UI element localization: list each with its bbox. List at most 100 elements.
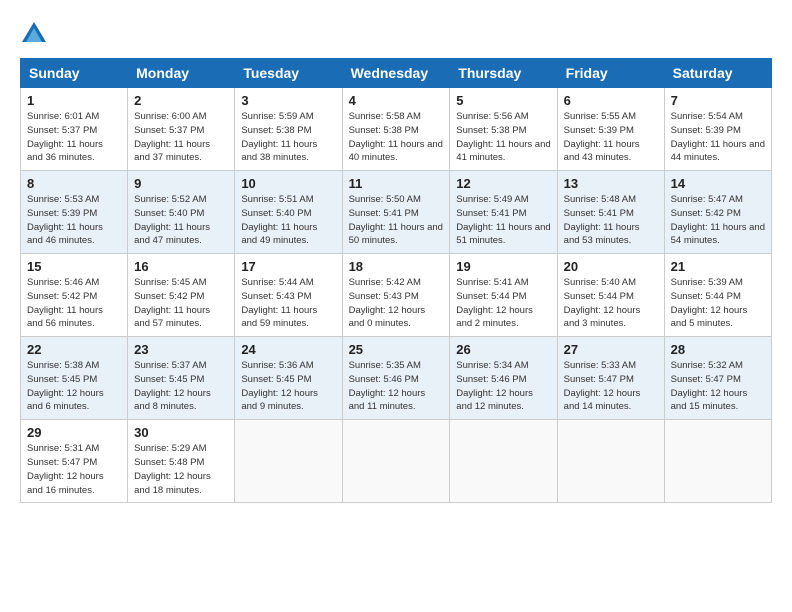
calendar-cell: 6 Sunrise: 5:55 AMSunset: 5:39 PMDaylight…: [557, 88, 664, 171]
day-number: 1: [27, 93, 121, 108]
column-header-thursday: Thursday: [450, 59, 557, 88]
day-number: 2: [134, 93, 228, 108]
calendar-week-row: 15 Sunrise: 5:46 AMSunset: 5:42 PMDayligh…: [21, 254, 772, 337]
day-number: 16: [134, 259, 228, 274]
day-number: 23: [134, 342, 228, 357]
day-number: 10: [241, 176, 335, 191]
day-number: 27: [564, 342, 658, 357]
day-info: Sunrise: 5:36 AMSunset: 5:45 PMDaylight:…: [241, 359, 335, 414]
day-info: Sunrise: 5:55 AMSunset: 5:39 PMDaylight:…: [564, 110, 658, 165]
day-info: Sunrise: 5:45 AMSunset: 5:42 PMDaylight:…: [134, 276, 228, 331]
calendar-cell: [557, 420, 664, 503]
day-number: 26: [456, 342, 550, 357]
day-number: 24: [241, 342, 335, 357]
day-number: 3: [241, 93, 335, 108]
calendar-cell: 23 Sunrise: 5:37 AMSunset: 5:45 PMDayligh…: [128, 337, 235, 420]
day-info: Sunrise: 5:29 AMSunset: 5:48 PMDaylight:…: [134, 442, 228, 497]
day-number: 18: [349, 259, 444, 274]
calendar-week-row: 8Sunrise: 5:53 AMSunset: 5:39 PMDaylight…: [21, 171, 772, 254]
day-info: Sunrise: 5:59 AMSunset: 5:38 PMDaylight:…: [241, 110, 335, 165]
day-info: Sunrise: 6:00 AMSunset: 5:37 PMDaylight:…: [134, 110, 228, 165]
day-info: Sunrise: 5:52 AMSunset: 5:40 PMDaylight:…: [134, 193, 228, 248]
day-info: Sunrise: 5:47 AMSunset: 5:42 PMDaylight:…: [671, 193, 765, 248]
calendar-cell: 19 Sunrise: 5:41 AMSunset: 5:44 PMDayligh…: [450, 254, 557, 337]
day-info: Sunrise: 5:56 AMSunset: 5:38 PMDaylight:…: [456, 110, 550, 165]
day-info: Sunrise: 5:40 AMSunset: 5:44 PMDaylight:…: [564, 276, 658, 331]
day-number: 25: [349, 342, 444, 357]
calendar-cell: 29 Sunrise: 5:31 AMSunset: 5:47 PMDayligh…: [21, 420, 128, 503]
calendar-cell: 11 Sunrise: 5:50 AMSunset: 5:41 PMDayligh…: [342, 171, 450, 254]
day-info: Sunrise: 5:31 AMSunset: 5:47 PMDaylight:…: [27, 442, 121, 497]
calendar-cell: 20 Sunrise: 5:40 AMSunset: 5:44 PMDayligh…: [557, 254, 664, 337]
day-info: Sunrise: 5:50 AMSunset: 5:41 PMDaylight:…: [349, 193, 444, 248]
calendar-cell: 4Sunrise: 5:58 AMSunset: 5:38 PMDaylight…: [342, 88, 450, 171]
calendar-cell: 12 Sunrise: 5:49 AMSunset: 5:41 PMDayligh…: [450, 171, 557, 254]
day-number: 19: [456, 259, 550, 274]
calendar-cell: 5 Sunrise: 5:56 AMSunset: 5:38 PMDaylight…: [450, 88, 557, 171]
calendar-cell: 27 Sunrise: 5:33 AMSunset: 5:47 PMDayligh…: [557, 337, 664, 420]
day-info: Sunrise: 5:42 AMSunset: 5:43 PMDaylight:…: [349, 276, 444, 331]
day-number: 17: [241, 259, 335, 274]
day-info: Sunrise: 5:58 AMSunset: 5:38 PMDaylight:…: [349, 110, 444, 165]
day-number: 12: [456, 176, 550, 191]
column-header-saturday: Saturday: [664, 59, 771, 88]
day-info: Sunrise: 5:34 AMSunset: 5:46 PMDaylight:…: [456, 359, 550, 414]
day-number: 11: [349, 176, 444, 191]
column-header-wednesday: Wednesday: [342, 59, 450, 88]
day-info: Sunrise: 5:38 AMSunset: 5:45 PMDaylight:…: [27, 359, 121, 414]
day-info: Sunrise: 5:49 AMSunset: 5:41 PMDaylight:…: [456, 193, 550, 248]
page-header: [20, 20, 772, 48]
calendar-cell: 30 Sunrise: 5:29 AMSunset: 5:48 PMDayligh…: [128, 420, 235, 503]
calendar-cell: 10 Sunrise: 5:51 AMSunset: 5:40 PMDayligh…: [235, 171, 342, 254]
calendar-cell: [450, 420, 557, 503]
calendar-cell: 9Sunrise: 5:52 AMSunset: 5:40 PMDaylight…: [128, 171, 235, 254]
day-number: 7: [671, 93, 765, 108]
calendar-cell: 14 Sunrise: 5:47 AMSunset: 5:42 PMDayligh…: [664, 171, 771, 254]
calendar-week-row: 1 Sunrise: 6:01 AMSunset: 5:37 PMDaylight…: [21, 88, 772, 171]
calendar-cell: [342, 420, 450, 503]
calendar-header-row: SundayMondayTuesdayWednesdayThursdayFrid…: [21, 59, 772, 88]
calendar-cell: [235, 420, 342, 503]
day-info: Sunrise: 5:51 AMSunset: 5:40 PMDaylight:…: [241, 193, 335, 248]
calendar-cell: 8Sunrise: 5:53 AMSunset: 5:39 PMDaylight…: [21, 171, 128, 254]
calendar-week-row: 22Sunrise: 5:38 AMSunset: 5:45 PMDayligh…: [21, 337, 772, 420]
day-number: 14: [671, 176, 765, 191]
day-number: 29: [27, 425, 121, 440]
calendar-week-row: 29 Sunrise: 5:31 AMSunset: 5:47 PMDayligh…: [21, 420, 772, 503]
column-header-friday: Friday: [557, 59, 664, 88]
day-info: Sunrise: 5:39 AMSunset: 5:44 PMDaylight:…: [671, 276, 765, 331]
day-number: 6: [564, 93, 658, 108]
calendar-cell: 15 Sunrise: 5:46 AMSunset: 5:42 PMDayligh…: [21, 254, 128, 337]
day-info: Sunrise: 5:32 AMSunset: 5:47 PMDaylight:…: [671, 359, 765, 414]
day-info: Sunrise: 5:37 AMSunset: 5:45 PMDaylight:…: [134, 359, 228, 414]
day-number: 5: [456, 93, 550, 108]
day-number: 21: [671, 259, 765, 274]
day-info: Sunrise: 6:01 AMSunset: 5:37 PMDaylight:…: [27, 110, 121, 165]
day-info: Sunrise: 5:41 AMSunset: 5:44 PMDaylight:…: [456, 276, 550, 331]
column-header-tuesday: Tuesday: [235, 59, 342, 88]
calendar-cell: 17Sunrise: 5:44 AMSunset: 5:43 PMDayligh…: [235, 254, 342, 337]
calendar-cell: 26 Sunrise: 5:34 AMSunset: 5:46 PMDayligh…: [450, 337, 557, 420]
day-info: Sunrise: 5:48 AMSunset: 5:41 PMDaylight:…: [564, 193, 658, 248]
day-number: 30: [134, 425, 228, 440]
day-number: 28: [671, 342, 765, 357]
day-number: 20: [564, 259, 658, 274]
day-number: 15: [27, 259, 121, 274]
day-info: Sunrise: 5:35 AMSunset: 5:46 PMDaylight:…: [349, 359, 444, 414]
calendar-cell: 13 Sunrise: 5:48 AMSunset: 5:41 PMDayligh…: [557, 171, 664, 254]
calendar-cell: 18 Sunrise: 5:42 AMSunset: 5:43 PMDayligh…: [342, 254, 450, 337]
day-number: 8: [27, 176, 121, 191]
calendar-cell: 1 Sunrise: 6:01 AMSunset: 5:37 PMDaylight…: [21, 88, 128, 171]
calendar-cell: 21 Sunrise: 5:39 AMSunset: 5:44 PMDayligh…: [664, 254, 771, 337]
calendar-cell: 3 Sunrise: 5:59 AMSunset: 5:38 PMDaylight…: [235, 88, 342, 171]
calendar-cell: 24 Sunrise: 5:36 AMSunset: 5:45 PMDayligh…: [235, 337, 342, 420]
column-header-monday: Monday: [128, 59, 235, 88]
day-info: Sunrise: 5:46 AMSunset: 5:42 PMDaylight:…: [27, 276, 121, 331]
day-info: Sunrise: 5:33 AMSunset: 5:47 PMDaylight:…: [564, 359, 658, 414]
day-info: Sunrise: 5:54 AMSunset: 5:39 PMDaylight:…: [671, 110, 765, 165]
logo-icon: [20, 20, 48, 48]
column-header-sunday: Sunday: [21, 59, 128, 88]
calendar-cell: [664, 420, 771, 503]
day-number: 13: [564, 176, 658, 191]
calendar-cell: 28 Sunrise: 5:32 AMSunset: 5:47 PMDayligh…: [664, 337, 771, 420]
